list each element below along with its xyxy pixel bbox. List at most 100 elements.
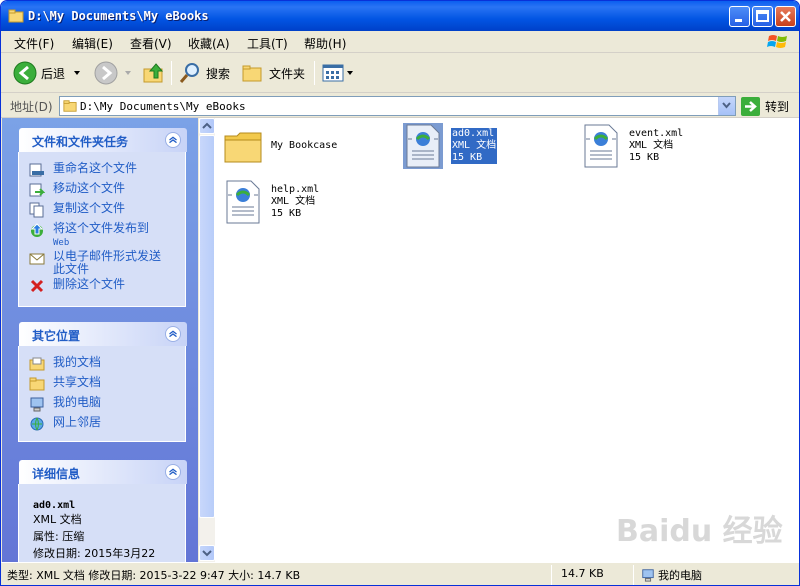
standard-toolbar: 后退 搜索 文件夹 — [1, 53, 799, 93]
copy-label: 复制这个文件 — [53, 201, 126, 215]
copy-icon — [29, 202, 44, 218]
file-size: 15 KB — [271, 208, 302, 219]
details-title: 详细信息 — [32, 467, 81, 481]
address-dropdown-button[interactable] — [718, 97, 735, 115]
minimize-icon — [735, 19, 742, 22]
rename-label: 重命名这个文件 — [53, 161, 138, 175]
chevron-down-icon — [74, 71, 81, 75]
my-documents-icon — [29, 357, 45, 371]
address-value: D:\My Documents\My eBooks — [80, 100, 246, 113]
title-bar[interactable]: D:\My Documents\My eBooks — [1, 1, 799, 31]
xml-document-icon — [584, 124, 618, 168]
menu-view[interactable]: 查看(V) — [130, 35, 172, 52]
collapse-icon — [165, 464, 181, 480]
back-label: 后退 — [41, 66, 66, 81]
scroll-down-button[interactable] — [199, 545, 215, 561]
rename-task[interactable]: 重命名这个文件 — [29, 162, 137, 178]
status-size: 14.7 KB — [561, 567, 604, 580]
email-icon — [29, 253, 45, 265]
folders-button[interactable]: 文件夹 — [241, 59, 305, 87]
maximize-button[interactable] — [752, 6, 773, 27]
chevron-down-icon — [125, 71, 131, 75]
xml-document-icon — [403, 123, 443, 169]
search-icon — [179, 63, 199, 83]
details-body: ad0.xml XML 文档 属性: 压缩 修改日期: 2015年3月22 — [33, 499, 155, 561]
scroll-up-button[interactable] — [199, 118, 215, 134]
address-input[interactable]: D:\My Documents\My eBooks — [59, 96, 736, 116]
folder-name: My Bookcase — [271, 140, 338, 151]
go-arrow-icon — [741, 96, 760, 116]
details-panel: 详细信息 ad0.xml XML 文档 属性: 压缩 修改日期: 2015年3月… — [18, 460, 187, 562]
rename-icon — [29, 163, 44, 177]
delete-task[interactable]: 删除这个文件 — [29, 278, 125, 294]
publish-web-task[interactable]: 将这个文件发布到 Web — [29, 222, 149, 250]
minimize-button[interactable] — [729, 6, 750, 27]
email-task[interactable]: 以电子邮件形式发送 此文件 — [29, 250, 161, 276]
place-my-documents[interactable]: 我的文档 — [29, 356, 101, 372]
place-my-computer[interactable]: 我的电脑 — [29, 396, 101, 412]
address-label: 地址(D) — [10, 100, 53, 114]
file-name: ad0.xml — [452, 128, 495, 139]
file-tasks-header[interactable]: 文件和文件夹任务 — [19, 128, 187, 152]
back-arrow-icon — [13, 61, 37, 85]
explorer-window: D:\My Documents\My eBooks 文件(F) 编辑(E) 查看… — [0, 0, 800, 586]
up-folder-button[interactable] — [142, 59, 166, 87]
status-separator — [633, 565, 634, 585]
menu-edit[interactable]: 编辑(E) — [72, 35, 113, 52]
status-separator — [551, 565, 552, 585]
other-places-header[interactable]: 其它位置 — [19, 322, 187, 346]
details-modified: 修改日期: 2015年3月22 — [33, 547, 156, 560]
forward-button[interactable] — [94, 59, 134, 87]
search-button[interactable]: 搜索 — [178, 59, 230, 87]
folder-icon — [224, 132, 262, 163]
menu-file[interactable]: 文件(F) — [14, 35, 54, 52]
my-computer-icon — [642, 569, 654, 582]
folder-icon — [8, 9, 24, 23]
folder-icon — [63, 100, 77, 112]
place-network-label: 网上邻居 — [53, 415, 102, 429]
file-size: 15 KB — [452, 152, 483, 163]
publish-web-label: 将这个文件发布到 — [53, 221, 150, 235]
views-button[interactable] — [321, 59, 355, 87]
menu-bar: 文件(F) 编辑(E) 查看(V) 收藏(A) 工具(T) 帮助(H) — [1, 31, 799, 53]
close-button[interactable] — [775, 6, 796, 27]
back-button[interactable]: 后退 — [13, 59, 83, 87]
file-item-event[interactable]: event.xml XML 文档 15 KB — [581, 123, 683, 169]
status-bar: 类型: XML 文档 修改日期: 2015-3-22 9:47 大小: 14.7… — [1, 562, 799, 585]
place-network[interactable]: 网上邻居 — [29, 416, 101, 432]
file-type: XML 文档 — [452, 140, 497, 151]
file-item-ad0[interactable]: ad0.xml XML 文档 15 KB — [403, 123, 498, 169]
vertical-scrollbar[interactable] — [199, 118, 215, 562]
file-list-view[interactable]: My Bookcase ad0.xml XML 文档 15 KB event.x… — [215, 118, 799, 562]
address-bar: 地址(D) D:\My Documents\My eBooks 转到 — [1, 94, 799, 118]
xml-document-icon — [226, 180, 260, 224]
file-tasks-title: 文件和文件夹任务 — [32, 135, 129, 149]
copy-task[interactable]: 复制这个文件 — [29, 202, 125, 218]
move-task[interactable]: 移动这个文件 — [29, 182, 125, 198]
task-pane: 文件和文件夹任务 重命名这个文件 移动这个文件 复制这个文件 将这个文件发布到 … — [2, 118, 198, 562]
status-info: 类型: XML 文档 修改日期: 2015-3-22 9:47 大小: 14.7… — [7, 569, 301, 582]
menu-tools[interactable]: 工具(T) — [247, 35, 288, 52]
chevron-down-icon — [202, 550, 212, 557]
network-places-icon — [30, 417, 44, 431]
file-type: XML 文档 — [271, 196, 316, 207]
file-item-folder[interactable]: My Bookcase — [223, 126, 337, 166]
publish-web-label-wrap: 将这个文件发布到 Web — [53, 222, 149, 250]
other-places-panel: 其它位置 我的文档 共享文档 我的电脑 网上邻居 — [18, 322, 187, 442]
place-shared-documents[interactable]: 共享文档 — [29, 376, 101, 392]
file-info-event: event.xml XML 文档 15 KB — [629, 128, 683, 164]
email-label-wrap: 以电子邮件形式发送 此文件 — [53, 250, 161, 276]
maximize-icon — [756, 10, 769, 22]
status-location: 我的电脑 — [658, 569, 702, 582]
go-label: 转到 — [765, 99, 790, 114]
place-my-documents-label: 我的文档 — [53, 355, 102, 369]
windows-logo-icon — [767, 35, 787, 48]
details-header[interactable]: 详细信息 — [19, 460, 187, 484]
file-info-help: help.xml XML 文档 15 KB — [271, 184, 319, 220]
file-item-help[interactable]: help.xml XML 文档 15 KB — [223, 179, 319, 225]
go-button[interactable]: 转到 — [741, 96, 789, 116]
menu-favorites[interactable]: 收藏(A) — [188, 35, 230, 52]
chevron-down-icon — [347, 71, 353, 75]
scroll-thumb[interactable] — [199, 135, 215, 518]
menu-help[interactable]: 帮助(H) — [304, 35, 346, 52]
